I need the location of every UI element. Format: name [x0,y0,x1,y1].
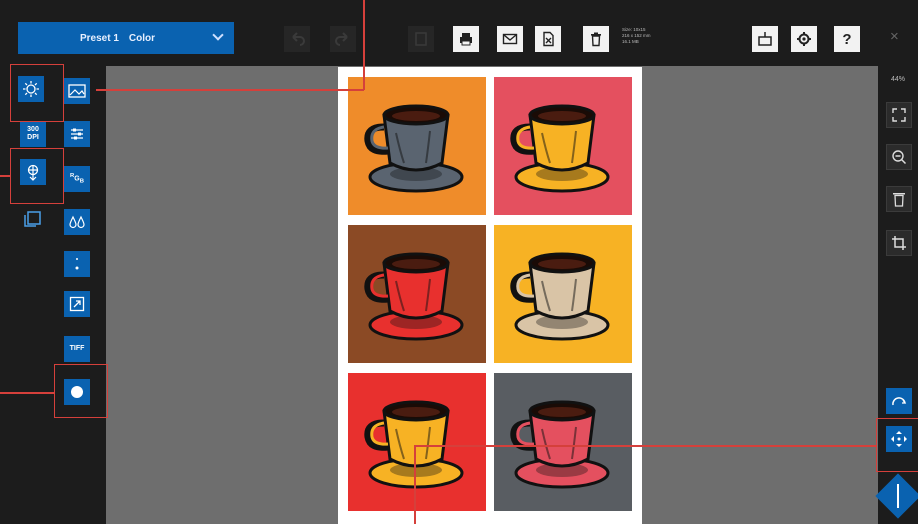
callout-line [414,445,876,447]
zoom-out-button[interactable] [886,144,912,170]
left-tool-panel: 300 DPI RGB TIFF [0,66,106,524]
coffee-cup-image [364,252,464,341]
preview-scan-button[interactable] [64,78,90,104]
close-button[interactable]: × [890,28,899,45]
preset-name: Preset 1 [80,32,119,44]
preset-mode: Color [128,32,156,44]
adjustments-button[interactable] [64,121,90,147]
image-icon [68,84,86,98]
expand-icon [892,108,906,122]
coffee-cup-image [510,400,610,489]
coffee-cup-image [364,400,464,489]
top-toolbar: Preset 1 Color Size: 10x15 216 x 152 mm … [0,0,918,66]
chevron-down-icon [212,29,224,41]
scan-size-info: Size: 10x15 216 x 152 mm 16.1 MB [622,27,651,44]
coffee-cup-image [510,252,610,341]
gear-icon [797,32,811,46]
exposure-steps-button[interactable] [64,251,90,277]
frame-icon [24,211,41,227]
file-format-button[interactable]: TIFF [64,336,90,362]
scale-button[interactable] [64,291,90,317]
pdf-export-button[interactable] [535,26,561,52]
scan-button[interactable] [752,26,778,52]
sharpen-button[interactable] [64,209,90,235]
callout-line [0,392,54,394]
remove-frame-button[interactable] [886,186,912,212]
settings-button[interactable] [791,26,817,52]
callout-highlight-dust [10,148,64,204]
resolution-button[interactable]: 300 DPI [20,121,46,147]
trash-icon [591,32,601,47]
print-button[interactable] [453,26,479,52]
sliders-icon [71,128,83,140]
document-icon [415,32,427,46]
photo-tile [348,373,486,511]
droplets-icon [69,215,85,229]
dpi-value: 300 [27,126,39,133]
undo-icon [292,32,305,46]
preview-button[interactable] [408,26,434,52]
redo-button[interactable] [330,26,356,52]
crop-frame-button[interactable] [20,206,46,232]
photo-tile [348,225,486,363]
preview-page [338,67,642,524]
callout-highlight-color-mode [54,364,108,418]
callout-line [363,0,365,90]
envelope-icon [502,33,518,45]
crop-button[interactable] [886,230,912,256]
photo-tile [494,77,632,215]
photo-tile [494,373,632,511]
printer-icon [460,33,472,46]
callout-line [96,89,364,91]
file-export-icon [543,31,554,47]
callout-line [0,175,10,177]
scanner-icon [758,32,772,46]
dpi-unit: DPI [27,134,39,141]
start-scan-icon [897,484,899,508]
email-button[interactable] [497,26,523,52]
callout-line [414,445,416,524]
rotate-icon [892,397,907,406]
stepper-icon [75,258,79,270]
delete-button[interactable] [583,26,609,52]
tiff-label: TIFF [69,345,85,352]
trash-icon [893,193,905,207]
preset-dropdown[interactable]: Preset 1 Color [18,22,234,54]
resize-icon [69,296,85,312]
photo-tile [348,77,486,215]
callout-highlight-move [876,418,918,472]
coffee-cup-image [364,104,464,193]
help-button[interactable]: ? [834,26,860,52]
rotate-button[interactable] [886,388,912,414]
coffee-cup-image [510,104,610,193]
crop-icon [892,236,906,250]
callout-highlight-exposure [10,64,64,122]
zoom-level: 44% [890,76,905,83]
redo-icon [335,32,348,46]
zoom-out-icon [892,150,907,165]
fit-to-window-button[interactable] [886,102,912,128]
color-balance-button[interactable]: RGB [64,166,90,192]
photo-tile [494,225,632,363]
undo-button[interactable] [284,26,310,52]
